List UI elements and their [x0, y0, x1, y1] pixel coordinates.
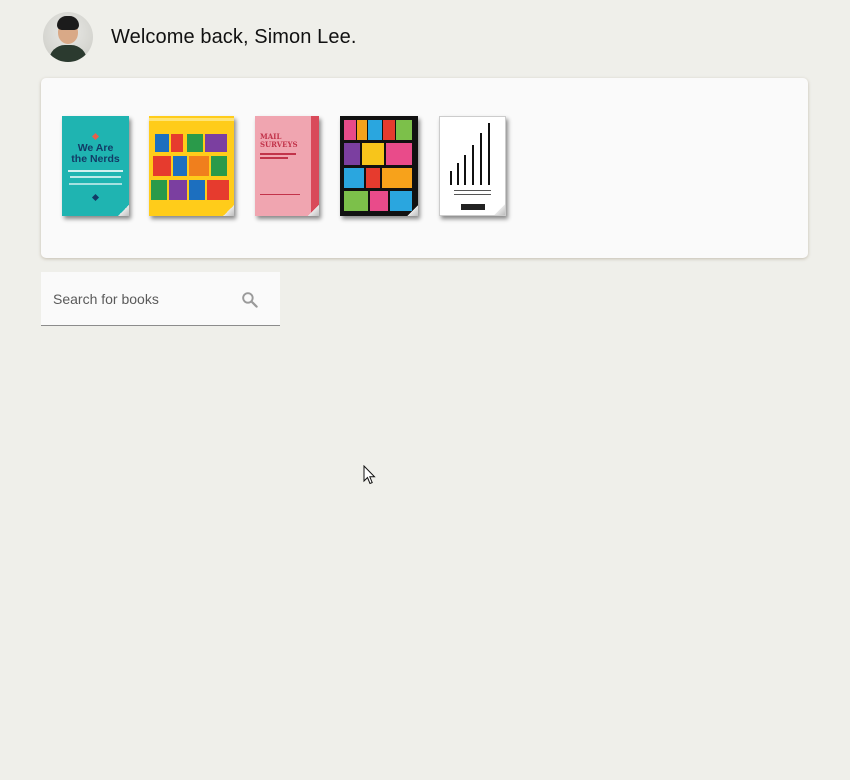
cover-decoration — [454, 194, 491, 195]
search-box — [41, 272, 280, 326]
cover-decoration — [357, 120, 367, 140]
cover-decoration — [461, 204, 485, 210]
book-cover[interactable] — [439, 116, 506, 216]
book-title-line: SURVEYS — [260, 140, 298, 149]
cover-decoration — [171, 134, 183, 152]
cover-decoration — [464, 155, 466, 185]
cover-decoration — [366, 168, 380, 188]
search-input[interactable] — [41, 272, 231, 325]
cover-decoration — [311, 116, 319, 216]
cover-decoration — [151, 180, 167, 200]
cover-decoration — [187, 134, 203, 152]
cover-decoration — [68, 170, 123, 172]
cover-decoration — [211, 156, 227, 176]
book-cover-title: MAIL SURVEYS — [260, 133, 298, 149]
book-cover[interactable]: We Are the Nerds — [62, 116, 129, 216]
cover-decoration — [488, 123, 490, 185]
cover-decoration — [173, 156, 187, 176]
cover-decoration — [260, 194, 300, 195]
cover-decoration — [207, 180, 229, 200]
cover-decoration — [149, 118, 234, 121]
page-curl — [118, 205, 129, 216]
cover-decoration — [155, 134, 169, 152]
cover-decoration — [153, 156, 171, 176]
cover-decoration — [189, 180, 205, 200]
avatar-hair — [57, 16, 79, 30]
header: Welcome back, Simon Lee. — [43, 12, 356, 62]
cover-decoration — [69, 183, 122, 185]
cover-decoration — [205, 134, 227, 152]
cover-decoration — [457, 163, 459, 185]
cover-decoration — [344, 120, 356, 140]
cover-decoration — [344, 143, 360, 165]
mouse-cursor-icon — [363, 465, 376, 485]
cover-decoration — [344, 168, 364, 188]
cover-decoration — [450, 171, 452, 185]
book-cover[interactable] — [149, 116, 234, 216]
bookshelf-panel: We Are the Nerds MAIL SURVEYS — [41, 78, 808, 258]
cover-decoration — [370, 191, 388, 211]
cover-decoration — [260, 157, 288, 159]
cover-decoration — [344, 191, 368, 211]
page-curl — [223, 205, 234, 216]
page-curl — [308, 205, 319, 216]
book-cover-title: We Are the Nerds — [62, 143, 129, 165]
cover-decoration — [386, 143, 412, 165]
search-icon[interactable] — [240, 290, 259, 309]
cover-decoration — [169, 180, 187, 200]
cover-decoration — [472, 145, 474, 185]
cover-decoration — [70, 176, 121, 178]
book-cover[interactable] — [340, 116, 418, 216]
avatar-body — [49, 45, 87, 62]
cover-decoration — [362, 143, 384, 165]
cover-decoration — [383, 120, 395, 140]
welcome-heading: Welcome back, Simon Lee. — [111, 25, 357, 48]
cover-decoration — [454, 190, 491, 191]
cover-decoration — [189, 156, 209, 176]
cover-decoration — [260, 153, 296, 155]
cover-decoration — [368, 120, 382, 140]
page-curl — [407, 205, 418, 216]
cover-decoration — [91, 132, 100, 141]
cover-decoration — [396, 120, 412, 140]
cover-decoration — [382, 168, 412, 188]
page-curl — [494, 204, 505, 215]
cover-decoration — [91, 193, 100, 202]
book-cover[interactable]: MAIL SURVEYS — [255, 116, 319, 216]
book-title-line: the Nerds — [71, 153, 120, 165]
avatar[interactable] — [43, 12, 93, 62]
cover-decoration — [480, 133, 482, 185]
